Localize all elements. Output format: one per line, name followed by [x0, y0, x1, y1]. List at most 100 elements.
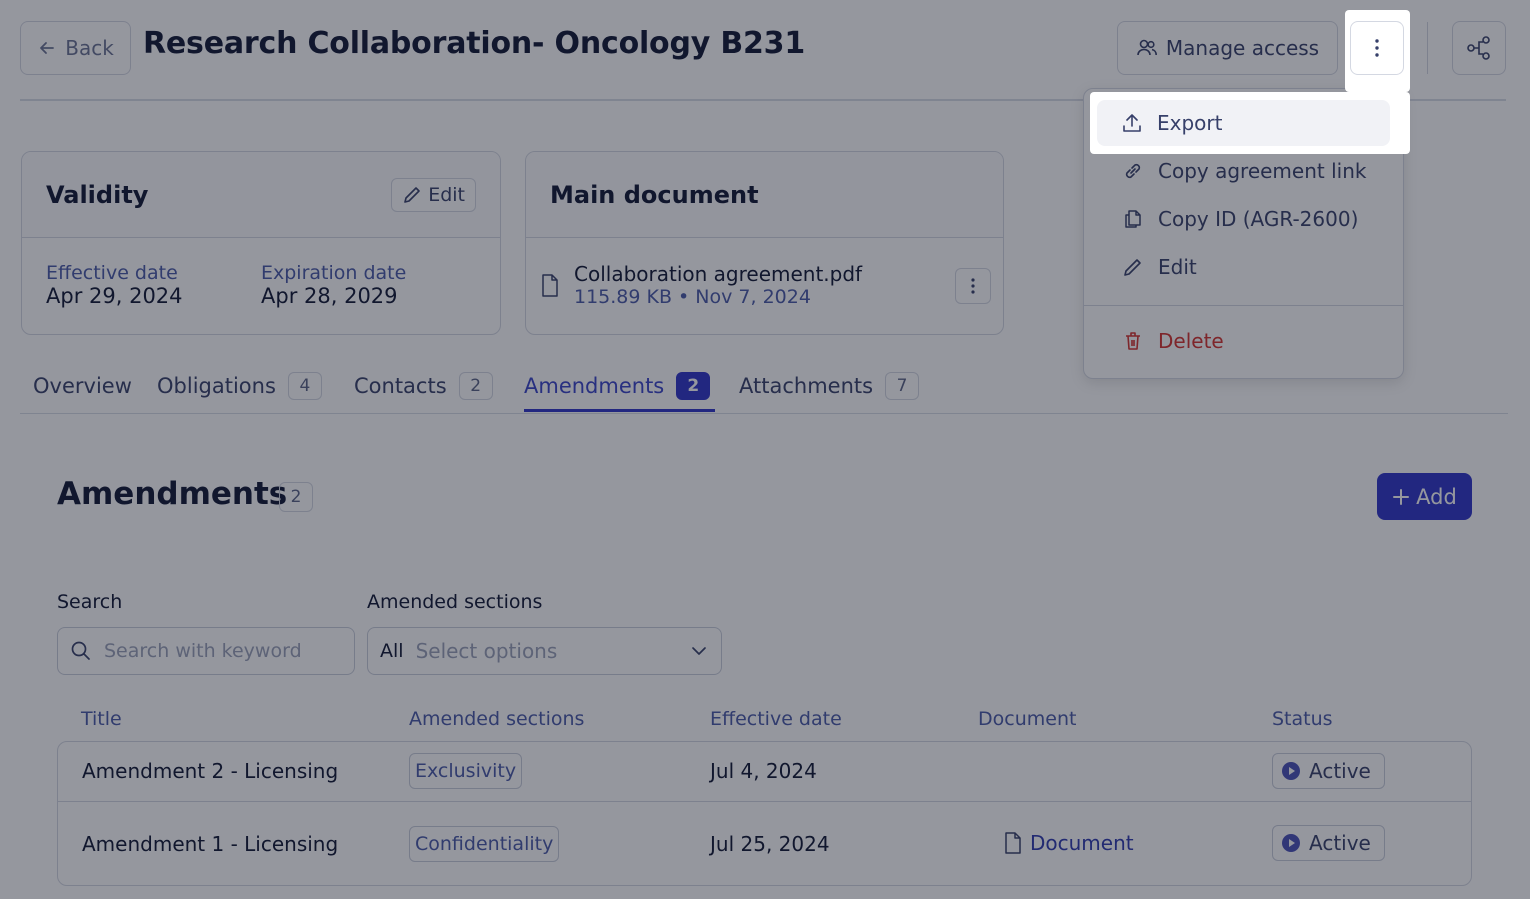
validity-card: Validity Edit Effective date Apr 29, 202… — [21, 151, 501, 335]
back-button[interactable]: Back — [20, 21, 131, 75]
row-title: Amendment 2 - Licensing — [82, 759, 339, 783]
active-tab-indicator — [524, 409, 715, 412]
expiration-date-field: Expiration date Apr 28, 2029 — [261, 262, 406, 308]
tab-count: 4 — [287, 372, 322, 400]
file-meta: 115.89 KB • Nov 7, 2024 — [574, 286, 811, 308]
tab-contacts[interactable]: Contacts 2 — [354, 358, 493, 414]
file-icon — [1004, 832, 1022, 854]
amendments-table: Amendment 2 - Licensing Exclusivity Jul … — [57, 741, 1472, 886]
file-name[interactable]: Collaboration agreement.pdf — [574, 262, 862, 286]
tab-count: 7 — [885, 372, 920, 400]
row-effective-date: Jul 25, 2024 — [710, 832, 830, 856]
main-document-header: Main document — [526, 152, 1003, 238]
effective-date-value: Apr 29, 2024 — [46, 284, 183, 308]
menu-item-export[interactable]: Export — [1097, 100, 1390, 146]
validity-title: Validity — [46, 180, 149, 209]
add-amendment-button[interactable]: Add — [1377, 473, 1472, 520]
status-label: Active — [1309, 759, 1371, 783]
play-circle-icon — [1281, 833, 1301, 853]
status-label: Active — [1309, 831, 1371, 855]
tab-label: Overview — [33, 374, 132, 398]
copy-icon — [1122, 208, 1144, 230]
search-icon — [70, 640, 92, 662]
header-divider — [1427, 22, 1428, 74]
tab-overview[interactable]: Overview — [33, 358, 132, 414]
pencil-icon — [1122, 256, 1144, 278]
pencil-icon — [402, 185, 422, 205]
menu-item-edit[interactable]: Edit — [1098, 245, 1391, 289]
menu-item-label: Copy ID (AGR-2600) — [1158, 207, 1359, 231]
section-tag: Exclusivity — [409, 753, 523, 789]
manage-access-label: Manage access — [1165, 36, 1320, 60]
menu-item-label: Export — [1157, 111, 1223, 135]
effective-date-field: Effective date Apr 29, 2024 — [46, 262, 183, 308]
chevron-down-icon — [689, 641, 709, 661]
select-placeholder: Select options — [415, 639, 558, 663]
add-label: Add — [1416, 484, 1457, 509]
expiration-date-value: Apr 28, 2029 — [261, 284, 398, 308]
amended-sections-select[interactable]: All Select options — [367, 627, 722, 675]
validity-edit-label: Edit — [428, 183, 465, 206]
tab-obligations[interactable]: Obligations 4 — [157, 358, 322, 414]
column-header-document[interactable]: Document — [978, 708, 1076, 730]
menu-divider — [1084, 305, 1403, 306]
menu-item-label: Copy agreement link — [1158, 159, 1367, 183]
workflow-button[interactable] — [1452, 21, 1506, 75]
column-header-effective-date[interactable]: Effective date — [710, 708, 842, 730]
link-icon — [1122, 160, 1144, 182]
validity-edit-button[interactable]: Edit — [391, 177, 476, 212]
search-field[interactable] — [57, 627, 355, 675]
validity-card-header: Validity Edit — [22, 152, 500, 238]
kebab-icon — [1374, 38, 1380, 58]
arrow-left-icon — [37, 38, 57, 58]
amendments-title: Amendments — [57, 476, 288, 512]
trash-icon — [1122, 330, 1144, 352]
row-title: Amendment 1 - Licensing — [82, 832, 339, 856]
main-document-title: Main document — [550, 180, 759, 209]
effective-date-label: Effective date — [46, 262, 178, 284]
users-icon — [1136, 37, 1158, 59]
plus-icon — [1392, 488, 1410, 506]
document-actions-button[interactable] — [955, 268, 991, 304]
menu-item-copy-id[interactable]: Copy ID (AGR-2600) — [1098, 197, 1391, 241]
section-tag: Confidentiality — [409, 826, 560, 862]
amendments-count: 2 — [279, 482, 313, 512]
more-actions-button-highlighted[interactable] — [1350, 21, 1404, 75]
menu-item-label: Edit — [1158, 255, 1197, 279]
column-header-status[interactable]: Status — [1272, 708, 1333, 730]
row-effective-date: Jul 4, 2024 — [710, 759, 817, 783]
main-document-card: Main document Collaboration agreement.pd… — [525, 151, 1004, 335]
sections-filter-label: Amended sections — [367, 591, 543, 613]
kebab-icon — [970, 277, 976, 295]
tab-label: Obligations — [157, 374, 276, 398]
table-row[interactable]: Amendment 1 - Licensing Confidentiality … — [58, 802, 1471, 885]
upload-icon — [1121, 112, 1143, 134]
column-header-sections[interactable]: Amended sections — [409, 708, 584, 730]
tab-attachments[interactable]: Attachments 7 — [739, 358, 920, 414]
page-title: Research Collaboration- Oncology B231 — [143, 26, 806, 61]
main-document-file[interactable]: Collaboration agreement.pdf 115.89 KB • … — [574, 262, 862, 308]
tab-label: Amendments — [524, 374, 665, 398]
table-row[interactable]: Amendment 2 - Licensing Exclusivity Jul … — [58, 742, 1471, 801]
back-label: Back — [65, 36, 114, 60]
status-badge: Active — [1272, 825, 1385, 861]
tab-amendments[interactable]: Amendments 2 — [524, 358, 711, 414]
tab-count: 2 — [676, 372, 711, 400]
search-input[interactable] — [104, 640, 334, 662]
play-circle-icon — [1281, 761, 1301, 781]
status-badge: Active — [1272, 753, 1385, 789]
document-link[interactable]: Document — [1004, 831, 1134, 855]
select-all-value: All — [380, 640, 404, 662]
file-icon — [540, 274, 560, 298]
menu-item-label: Delete — [1158, 329, 1224, 353]
search-label: Search — [57, 591, 123, 613]
menu-item-delete[interactable]: Delete — [1098, 319, 1391, 363]
document-link-label: Document — [1030, 831, 1134, 855]
tab-label: Attachments — [739, 374, 874, 398]
expiration-date-label: Expiration date — [261, 262, 407, 284]
manage-access-button[interactable]: Manage access — [1117, 21, 1338, 75]
column-header-title[interactable]: Title — [81, 708, 122, 730]
tab-label: Contacts — [354, 374, 447, 398]
menu-item-copy-link[interactable]: Copy agreement link — [1098, 149, 1391, 193]
workflow-icon — [1466, 35, 1492, 61]
